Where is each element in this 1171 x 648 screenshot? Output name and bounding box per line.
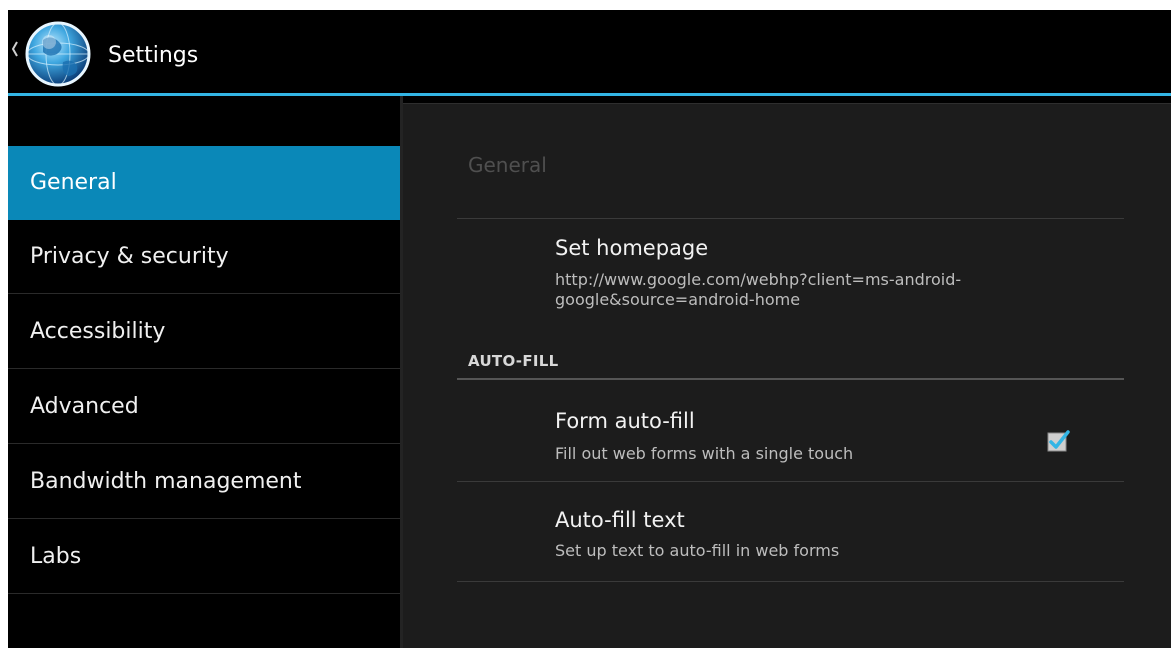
sidebar-item-advanced[interactable]: Advanced — [8, 370, 400, 444]
category-header-autofill: AUTO-FILL — [468, 352, 559, 370]
action-bar: Settings — [8, 10, 1171, 93]
settings-headers-list: General Privacy & security Accessibility… — [8, 96, 400, 648]
divider — [457, 581, 1124, 582]
action-bar-title: Settings — [108, 43, 199, 68]
sidebar-item-bandwidth-management[interactable]: Bandwidth management — [8, 445, 400, 519]
section-title: General — [468, 153, 547, 177]
sidebar-item-general[interactable]: General — [8, 146, 400, 220]
preferences-panel: General Set homepage http://www.google.c… — [403, 103, 1171, 648]
pref-summary-form-autofill: Fill out web forms with a single touch — [555, 444, 854, 463]
sidebar-item-privacy-security[interactable]: Privacy & security — [8, 220, 400, 294]
divider — [457, 218, 1124, 219]
form-autofill-checkbox[interactable] — [1045, 428, 1071, 454]
category-divider — [457, 378, 1124, 380]
pref-summary-autofill-text: Set up text to auto-fill in web forms — [555, 541, 840, 560]
pref-title-autofill-text: Auto-fill text — [555, 508, 685, 532]
chevron-left-icon[interactable] — [10, 38, 20, 60]
pref-title-form-autofill: Form auto-fill — [555, 409, 695, 433]
globe-browser-icon[interactable] — [23, 20, 99, 96]
divider — [457, 481, 1124, 482]
sidebar-item-accessibility[interactable]: Accessibility — [8, 295, 400, 369]
browser-settings-screen: Settings General Privacy & security Acce… — [8, 10, 1171, 648]
pref-summary-set-homepage: http://www.google.com/webhp?client=ms-an… — [555, 270, 962, 309]
sidebar-item-labs[interactable]: Labs — [8, 520, 400, 594]
pref-title-set-homepage: Set homepage — [555, 236, 709, 260]
